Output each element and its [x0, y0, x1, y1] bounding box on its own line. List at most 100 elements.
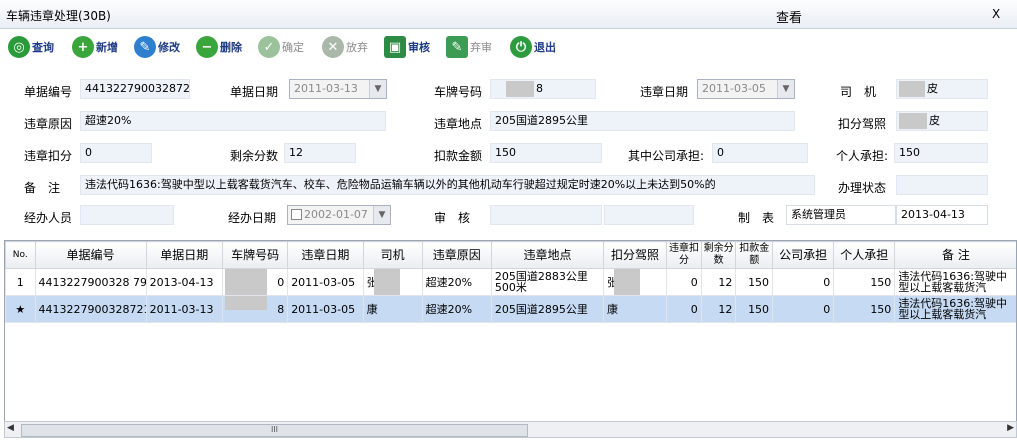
doc-date-picker[interactable]: 2011-03-13 ▼ — [289, 79, 387, 99]
cell-fine: 150 — [735, 268, 774, 296]
reason-field[interactable]: 超速20% — [80, 111, 386, 131]
scroll-left-icon[interactable]: ◀ — [7, 423, 14, 433]
remark-field[interactable]: 违法代码1636:驾驶中型以上载客载货汽车、校车、危险物品运输车辆以外的其他机动… — [80, 175, 815, 195]
maker-field[interactable]: 系统管理员 — [786, 205, 896, 225]
cell-doc-date: 2011-03-13 — [145, 295, 223, 323]
discard-button[interactable]: ✕ 放弃 — [322, 35, 368, 59]
cell-personal: 150 — [833, 295, 896, 323]
chevron-down-icon[interactable]: ▼ — [369, 80, 386, 98]
cell-license: 康 — [602, 295, 668, 323]
window-title: 车辆违章处理(30B) — [6, 9, 111, 23]
plate-field[interactable]: 8 — [490, 79, 596, 99]
remaining-field[interactable]: 12 — [284, 143, 356, 163]
col-points[interactable]: 违章扣分 — [666, 241, 702, 269]
col-location[interactable]: 违章地点 — [490, 241, 604, 269]
cell-plate: 0 — [221, 268, 289, 296]
violation-date-label: 违章日期 — [640, 85, 689, 99]
scroll-right-icon[interactable]: ▶ — [1007, 423, 1014, 433]
current-row-marker: ★ — [5, 295, 36, 323]
fine-field[interactable]: 150 — [490, 143, 602, 163]
status-field[interactable] — [896, 175, 988, 195]
cell-driver: 康 — [362, 295, 423, 323]
personal-field[interactable]: 150 — [894, 143, 988, 163]
cell-doc-date: 2013-04-13 — [145, 268, 223, 296]
violation-date-picker[interactable]: 2011-03-05 ▼ — [697, 79, 795, 99]
col-remark[interactable]: 备 注 — [894, 241, 1016, 269]
cell-doc-no: 4413227900328721 — [34, 295, 147, 323]
delete-button[interactable]: − 删除 — [196, 35, 242, 59]
redacted-block — [224, 296, 267, 310]
cell-fine: 150 — [735, 295, 774, 323]
driver-field[interactable]: 皮 — [896, 79, 988, 99]
remaining-label: 剩余分数 — [230, 149, 279, 163]
review-label: 审 核 — [434, 211, 471, 225]
doc-no-field[interactable]: 4413227900328721 — [80, 79, 190, 99]
cell-company: 0 — [772, 295, 835, 323]
chevron-down-icon[interactable]: ▼ — [373, 206, 390, 224]
violation-date-value: 2011-03-05 — [702, 82, 766, 95]
points-label: 违章扣分 — [24, 149, 73, 163]
redacted-block — [613, 269, 640, 295]
col-doc-no[interactable]: 单据编号 — [34, 241, 147, 269]
col-violation-date[interactable]: 违章日期 — [287, 241, 364, 269]
redacted-block — [899, 81, 925, 97]
col-no[interactable]: No. — [5, 241, 36, 269]
license-field[interactable]: 皮 — [896, 111, 988, 131]
fine-label: 扣款金额 — [434, 149, 483, 163]
col-reason[interactable]: 违章原因 — [421, 241, 492, 269]
table-row[interactable]: 1 4413227900328 79 2013-04-13 0 2011-03-… — [5, 268, 1016, 296]
search-icon: ◎ — [8, 36, 30, 58]
add-button[interactable]: + 新增 — [72, 35, 118, 59]
review-field[interactable] — [490, 205, 602, 225]
col-company[interactable]: 公司承担 — [772, 241, 835, 269]
col-personal[interactable]: 个人承担 — [833, 241, 896, 269]
maker-label: 制 表 — [738, 211, 775, 225]
confirm-icon: ✓ — [258, 36, 280, 58]
cell-remaining: 12 — [700, 268, 737, 296]
table-row-selected[interactable]: ★ 4413227900328721 2011-03-13 8 2011-03-… — [5, 295, 1016, 323]
cell-reason: 超速20% — [421, 295, 492, 323]
col-license[interactable]: 扣分驾照 — [602, 241, 668, 269]
unapprove-button[interactable]: ✎ 弃审 — [446, 35, 492, 59]
license-label: 扣分驾照 — [838, 117, 887, 131]
checkbox[interactable] — [291, 209, 302, 220]
col-plate[interactable]: 车牌号码 — [221, 241, 289, 269]
handler-field[interactable] — [80, 205, 174, 225]
close-button[interactable]: X — [992, 7, 1000, 21]
horizontal-scrollbar[interactable]: ◀ III ▶ — [4, 421, 1017, 438]
redacted-block — [373, 269, 400, 295]
title-bar: 车辆违章处理(30B) 查看 X — [0, 0, 1017, 29]
points-field[interactable]: 0 — [80, 143, 152, 163]
cell-driver: 张 — [362, 268, 423, 296]
col-doc-date[interactable]: 单据日期 — [145, 241, 223, 269]
cell-remark: 违法代码1636:驾驶中型以上载客载货汽 — [894, 268, 1016, 296]
row-number: 1 — [5, 268, 36, 296]
query-button[interactable]: ◎ 查询 — [8, 35, 54, 59]
cell-points: 0 — [666, 268, 702, 296]
add-icon: + — [72, 36, 94, 58]
approve-button[interactable]: ▣ 审核 — [384, 35, 430, 59]
col-remaining[interactable]: 剩余分数 — [700, 241, 737, 269]
company-field[interactable]: 0 — [712, 143, 808, 163]
handle-date-picker[interactable]: 2002-01-07 ▼ — [287, 205, 391, 225]
personal-label: 个人承担: — [836, 149, 889, 163]
exit-button[interactable]: ⏻ 退出 — [510, 35, 556, 59]
chevron-down-icon[interactable]: ▼ — [777, 80, 794, 98]
redacted-block — [506, 81, 534, 97]
confirm-button[interactable]: ✓ 确定 — [258, 35, 304, 59]
scroll-thumb[interactable]: III — [21, 424, 528, 437]
doc-date-value: 2011-03-13 — [294, 82, 358, 95]
discard-icon: ✕ — [322, 36, 344, 58]
review-date-field[interactable] — [604, 205, 694, 225]
cell-personal: 150 — [833, 268, 896, 296]
cell-location: 205国道2895公里 — [490, 295, 604, 323]
doc-no-label: 单据编号 — [24, 85, 73, 99]
doc-date-label: 单据日期 — [230, 85, 279, 99]
edit-button[interactable]: ✎ 修改 — [134, 35, 180, 59]
make-date-field[interactable]: 2013-04-13 — [896, 205, 988, 225]
col-driver[interactable]: 司机 — [362, 241, 423, 269]
cell-location: 205国道2883公里500米 — [490, 268, 604, 296]
col-fine[interactable]: 扣款金额 — [735, 241, 774, 269]
location-field[interactable]: 205国道2895公里 — [490, 111, 795, 131]
mode-label: 查看 — [776, 11, 803, 26]
